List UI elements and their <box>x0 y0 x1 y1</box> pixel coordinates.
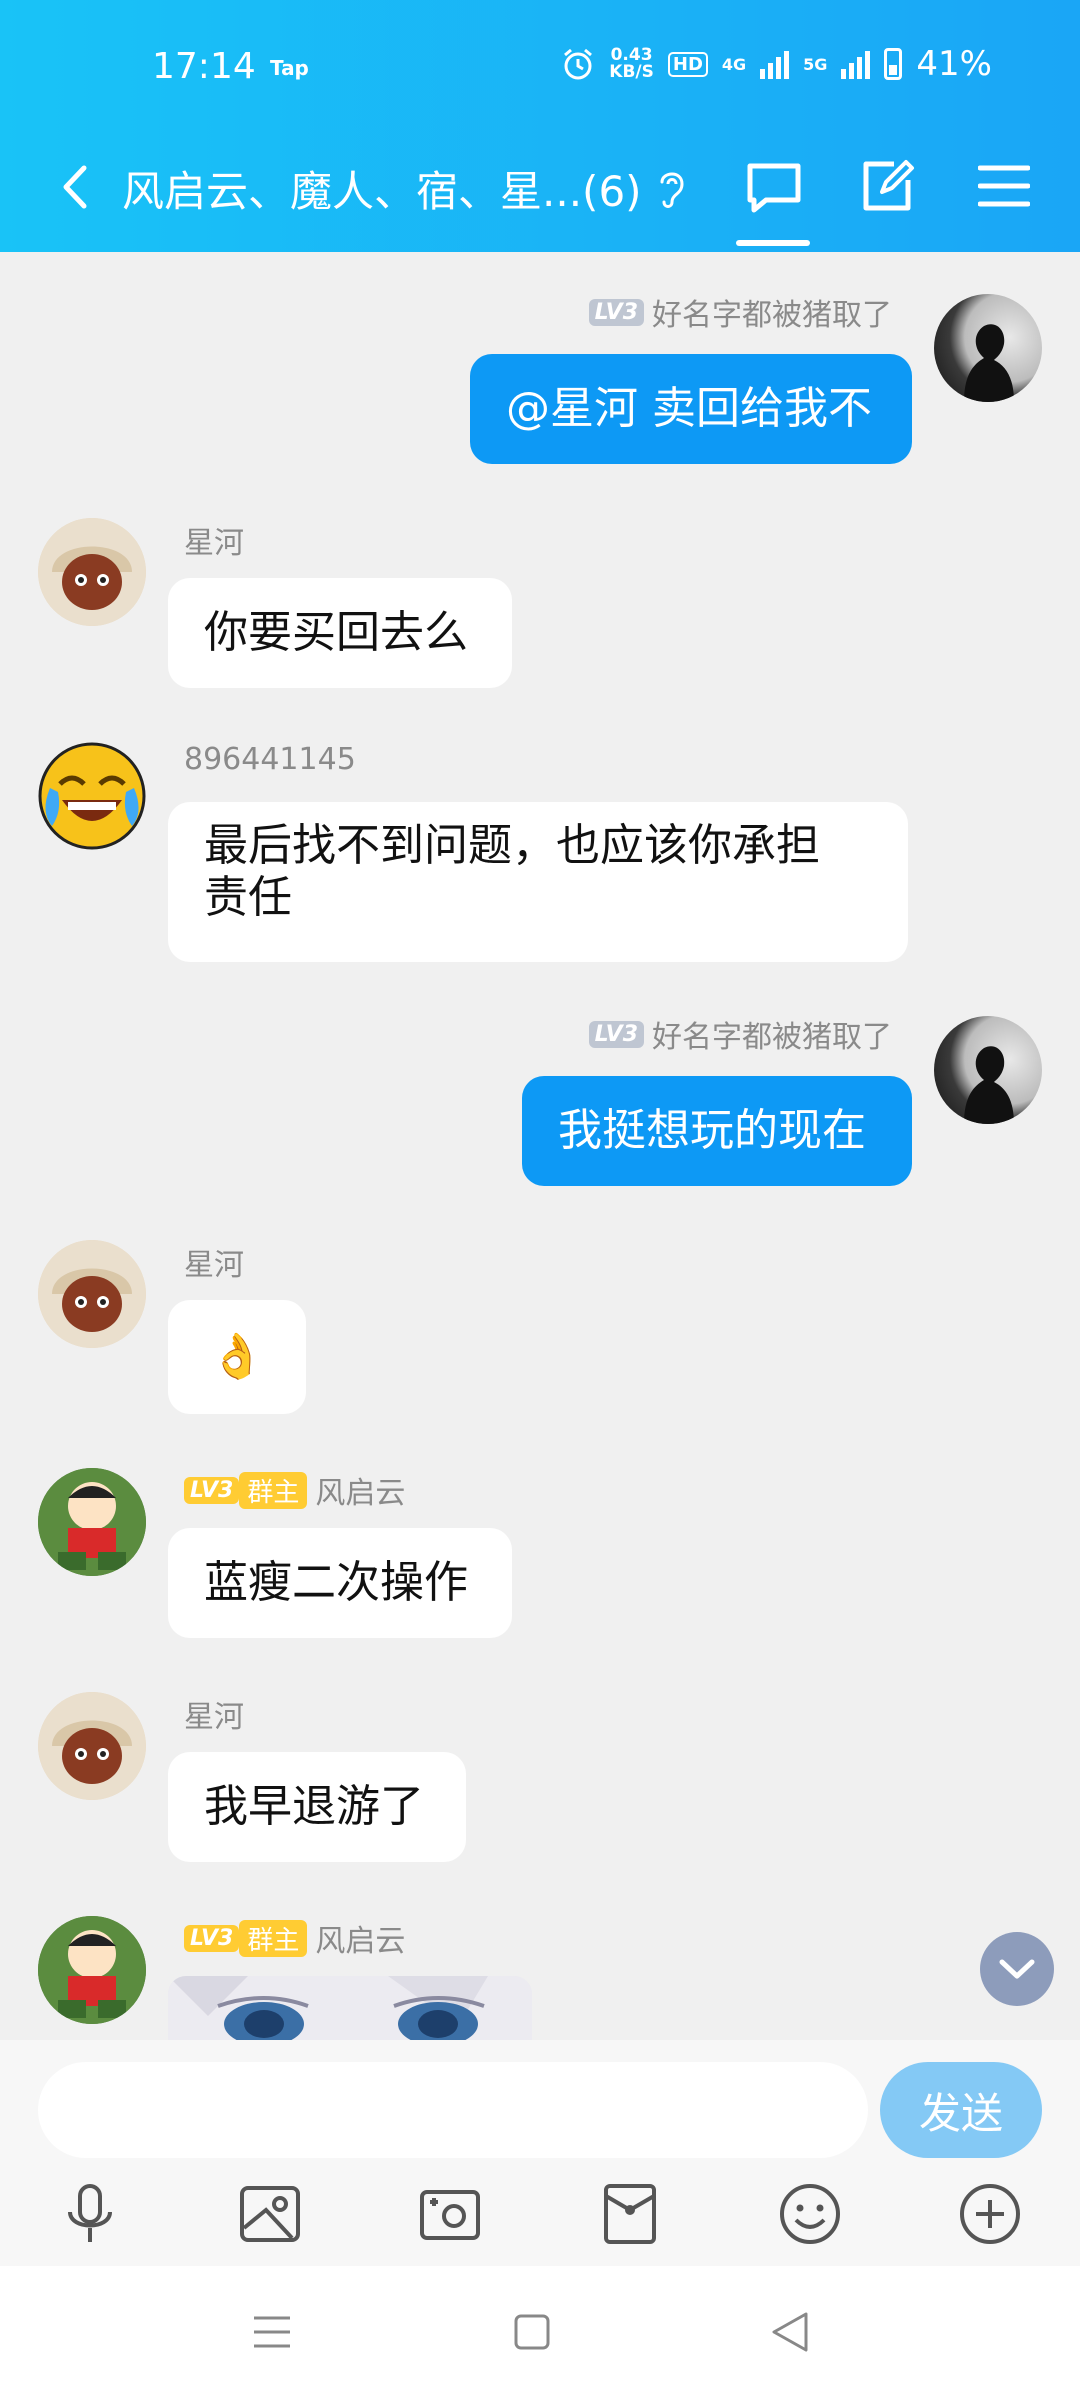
sender-name: 星河 <box>184 1700 244 1735</box>
microphone-icon[interactable] <box>56 2180 124 2248</box>
avatar[interactable] <box>38 1692 146 1800</box>
status-icons: 0.43 KB/S HD 4G 5G 41% <box>561 44 992 84</box>
scroll-to-bottom-button[interactable] <box>980 1932 1054 2006</box>
recent-apps-icon[interactable] <box>252 2312 292 2352</box>
sender-name: LV3 群主 风启云 <box>184 1916 405 1960</box>
sender-name: LV3 好名字都被猪取了 <box>588 1012 892 1056</box>
message-bubble[interactable]: 蓝瘦二次操作 <box>168 1528 512 1638</box>
network-5g: 5G <box>803 54 828 74</box>
sender-name: 星河 <box>184 526 244 561</box>
edit-icon[interactable] <box>860 158 916 214</box>
level-badge: LV3 <box>184 1924 240 1952</box>
emoji-icon[interactable] <box>776 2180 844 2248</box>
group-owner-badge: 群主 <box>239 1919 308 1957</box>
header: 17:14 Tap 0.43 KB/S HD 4G 5G 41% 风启云、魔人、… <box>0 0 1080 252</box>
back-nav-icon[interactable] <box>768 2310 812 2354</box>
level-badge: LV3 <box>184 1476 240 1504</box>
message-bubble[interactable]: @星河 卖回给我不 <box>470 354 912 464</box>
sender-name: 星河 <box>184 1248 244 1283</box>
avatar[interactable] <box>38 742 146 850</box>
avatar[interactable] <box>934 1016 1042 1124</box>
back-arrow-icon[interactable] <box>56 162 96 212</box>
message-bubble[interactable]: 我挺想玩的现在 <box>522 1076 912 1186</box>
plus-icon[interactable] <box>956 2180 1024 2248</box>
signal-icon-2 <box>841 49 871 79</box>
sender-name: LV3 群主 风启云 <box>184 1468 405 1512</box>
alarm-icon <box>564 48 593 80</box>
level-badge: LV3 <box>588 298 644 326</box>
level-badge: LV3 <box>588 1020 644 1048</box>
anime-girl-image[interactable] <box>168 1976 532 2040</box>
net-speed: 0.43 KB/S <box>609 45 654 82</box>
status-tap: Tap <box>270 56 309 80</box>
chevron-down-icon <box>999 1959 1035 1979</box>
avatar[interactable] <box>38 518 146 626</box>
message-bubble[interactable]: 我早退游了 <box>168 1752 466 1862</box>
message-bubble[interactable]: 你要买回去么 <box>168 578 512 688</box>
tab-underline <box>736 240 810 246</box>
red-packet-icon[interactable] <box>596 2180 664 2248</box>
system-nav-bar <box>0 2266 1080 2400</box>
chat-title[interactable]: 风启云、魔人、宿、星...(6) <box>122 158 642 219</box>
message-input[interactable] <box>38 2062 868 2158</box>
hd-badge: HD <box>667 51 708 77</box>
avatar[interactable] <box>38 1468 146 1576</box>
status-time: 17:14 <box>152 46 256 87</box>
send-button[interactable]: 发送 <box>880 2062 1042 2158</box>
sender-name: LV3 好名字都被猪取了 <box>588 290 892 334</box>
home-icon[interactable] <box>512 2312 552 2352</box>
camera-icon[interactable] <box>416 2180 484 2248</box>
avatar[interactable] <box>934 294 1042 402</box>
network-4g: 4G <box>721 54 747 74</box>
avatar[interactable] <box>38 1240 146 1348</box>
image-icon[interactable] <box>236 2180 304 2248</box>
menu-icon[interactable] <box>978 164 1030 208</box>
battery-icon <box>884 48 903 80</box>
chat-bubble-icon[interactable] <box>744 160 804 216</box>
sender-name: 896441145 <box>184 742 356 777</box>
avatar[interactable] <box>38 1916 146 2024</box>
group-owner-badge: 群主 <box>239 1471 308 1509</box>
signal-icon-1 <box>760 49 790 79</box>
message-bubble[interactable]: 最后找不到问题，也应该你承担 责任 <box>168 802 908 962</box>
ear-icon <box>660 172 684 208</box>
battery-level: 41% <box>916 44 992 84</box>
message-bubble[interactable]: 👌 <box>168 1300 306 1414</box>
